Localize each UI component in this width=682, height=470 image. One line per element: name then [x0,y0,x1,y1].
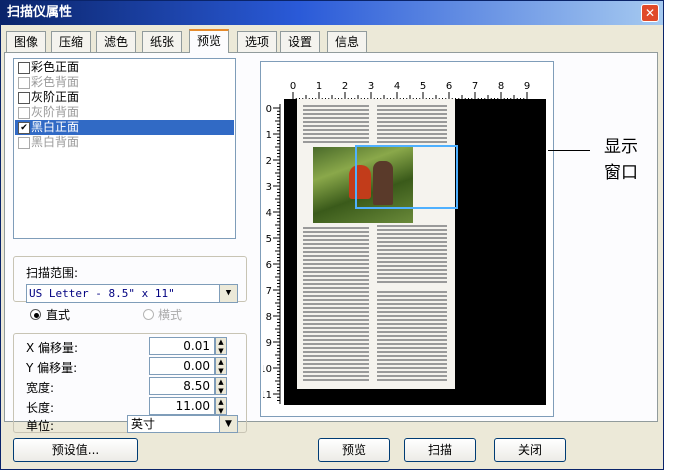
scan-area-select[interactable]: US Letter - 8.5" x 11" ▼ [26,284,238,303]
ruler-v-label: 11 [263,390,272,401]
checkbox[interactable] [18,62,30,74]
tab-paper[interactable]: 纸张 [142,31,183,52]
unit-select[interactable]: 英寸 ▼ [127,415,238,433]
callout-line [548,150,590,151]
width-label: 宽度: [26,381,55,395]
tab-options[interactable]: 选项 [237,31,278,52]
ruler-h-label: 8 [498,81,504,92]
y-offset-label: Y 偏移量: [26,361,78,375]
ruler-v-label: 7 [266,286,272,297]
ruler-h-label: 3 [368,81,374,92]
ruler-h-label: 6 [446,81,452,92]
preview-button[interactable]: 预览 [318,438,390,462]
width-stepper[interactable]: ▲ ▼ [215,377,227,395]
tab-image[interactable]: 图像 [6,31,47,52]
scan-button[interactable]: 扫描 [404,438,476,462]
checkbox[interactable] [18,107,30,119]
width-field[interactable]: 8.50 [149,377,215,395]
tab-information[interactable]: 信息 [327,31,368,52]
chevron-down-icon[interactable]: ▼ [219,416,237,432]
ruler-v-label: 9 [266,338,272,349]
checkbox-checked[interactable]: ✔ [18,122,30,134]
vertical-ruler: 0 1 2 3 4 5 6 7 8 9 10 11 [263,104,281,404]
scan-area-label: 扫描范围: [26,266,79,280]
length-stepper[interactable]: ▲ ▼ [215,397,227,415]
close-button[interactable]: 关闭 [494,438,566,462]
ruler-h-label: 9 [524,81,530,92]
ruler-h-label: 4 [394,81,400,92]
window-title: 扫描仪属性 [7,5,73,20]
close-icon: ✕ [644,6,656,20]
x-offset-label: X 偏移量: [26,341,79,355]
list-item-color-front[interactable]: 彩色正面 [15,60,234,75]
x-offset-stepper[interactable]: ▲ ▼ [215,337,227,355]
portrait-label: 直式 [46,308,71,322]
list-item-color-back[interactable]: 彩色背面 [15,75,234,90]
display-window-callout: 显示 窗口 [604,137,638,183]
ruler-v-label: 5 [266,234,272,245]
list-item-bw-front[interactable]: ✔ 黑白正面 [15,120,234,135]
checkbox[interactable] [18,77,30,89]
checkbox[interactable] [18,92,30,104]
ruler-h-label: 1 [316,81,322,92]
close-window-button[interactable]: ✕ [641,4,659,22]
ruler-h-label: 5 [420,81,426,92]
list-item-gray-front[interactable]: 灰阶正面 [15,90,234,105]
preview-scanned-page [297,99,455,389]
defaults-button[interactable]: 预设值... [13,438,138,462]
ruler-h-label: 2 [342,81,348,92]
ruler-v-label: 3 [266,182,272,193]
length-field[interactable]: 11.00 [149,397,215,415]
image-type-list[interactable]: 彩色正面 彩色背面 灰阶正面 灰阶背面 ✔ 黑白正面 黑白背面 [13,58,236,239]
landscape-radio[interactable] [143,309,154,320]
tab-settings[interactable]: 设置 [280,31,321,52]
y-offset-field[interactable]: 0.00 [149,357,215,375]
chevron-down-icon[interactable]: ▼ [219,285,237,302]
ruler-v-label: 8 [266,312,272,323]
display-window-frame[interactable] [355,145,458,209]
landscape-label: 横式 [158,308,183,322]
ruler-v-label: 1 [266,130,272,141]
ruler-v-label: 6 [266,260,272,271]
tab-preview[interactable]: 预览 [189,29,230,53]
ruler-v-label: 2 [266,156,272,167]
length-label: 长度: [26,401,55,415]
ruler-v-label: 4 [266,208,272,219]
title-bar: 扫描仪属性 [1,1,663,25]
y-offset-stepper[interactable]: ▲ ▼ [215,357,227,375]
ruler-h-label: 0 [290,81,296,92]
ruler-v-label: 10 [263,364,272,375]
checkbox[interactable] [18,137,30,149]
portrait-radio[interactable] [30,309,41,320]
list-item-bw-back[interactable]: 黑白背面 [15,135,234,150]
unit-label: 单位: [26,419,55,433]
tab-compression[interactable]: 压缩 [51,31,92,52]
x-offset-field[interactable]: 0.01 [149,337,215,355]
tab-color-dropout[interactable]: 滤色 [96,31,137,52]
ruler-h-label: 7 [472,81,478,92]
list-item-gray-back[interactable]: 灰阶背面 [15,105,234,120]
ruler-v-label: 0 [266,104,272,115]
